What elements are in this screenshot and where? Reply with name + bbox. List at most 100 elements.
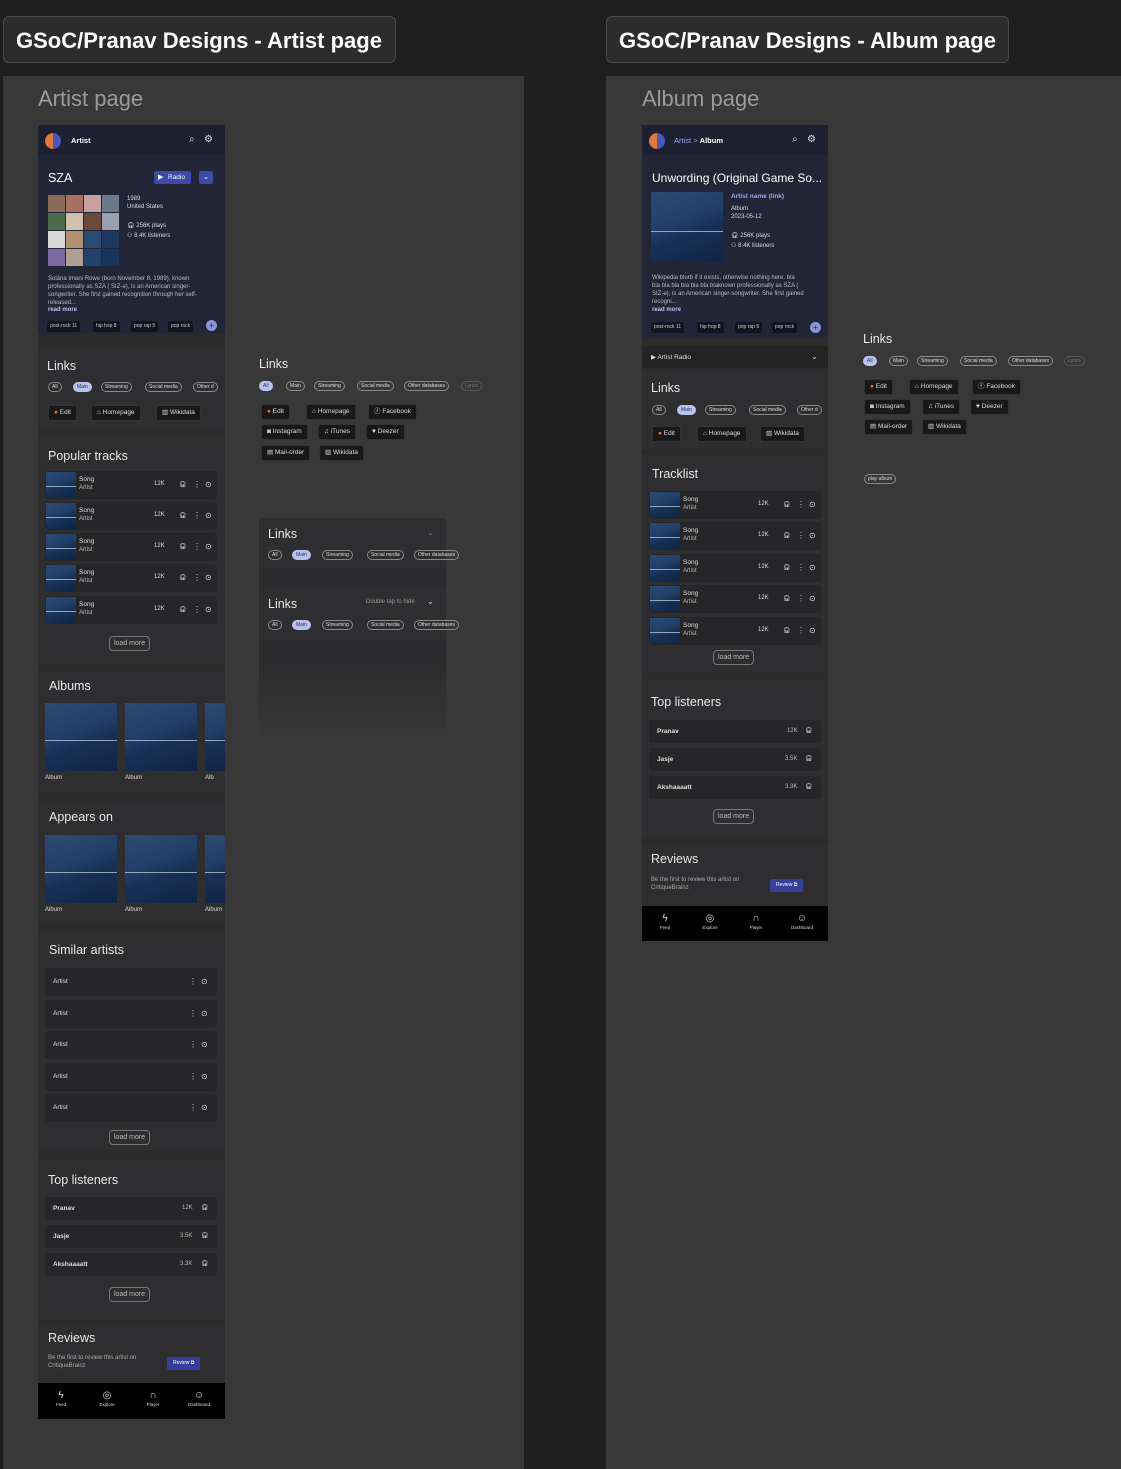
wikidata-link-button[interactable]: ▥ Wikidata <box>319 445 364 461</box>
review-button[interactable]: Review ⧉ <box>167 1357 201 1370</box>
tag-chip[interactable]: pop rock <box>772 322 798 333</box>
more-icon[interactable]: ⋮ <box>189 977 197 986</box>
filter-streaming[interactable]: Streaming <box>917 356 948 366</box>
filter-other-databases[interactable]: Other databases <box>1008 356 1053 366</box>
listener-row[interactable]: Pranav 12K 🎧︎ <box>45 1197 217 1220</box>
gear-icon[interactable]: ⚙ <box>204 135 213 145</box>
filter-lyrics[interactable]: Lyrics <box>461 381 482 391</box>
filter-all[interactable]: All <box>652 405 666 415</box>
play-circle-icon[interactable]: ⊙ <box>205 542 212 551</box>
listener-row[interactable]: Pranav 12K 🎧︎ <box>649 720 821 743</box>
album-cover[interactable] <box>125 703 197 771</box>
track-row[interactable]: Song Artist 12K 🎧︎ ⋮ ⊙ <box>45 502 217 530</box>
album-cover[interactable] <box>45 703 117 771</box>
itunes-link-button[interactable]: ♫ iTunes <box>318 424 356 440</box>
track-row[interactable]: Song Artist 12K 🎧︎ ⋮ ⊙ <box>45 564 217 592</box>
tag-chip[interactable]: pop rap 5 <box>735 322 763 333</box>
play-circle-icon[interactable]: ⊙ <box>201 1103 208 1112</box>
play-circle-icon[interactable]: ⊙ <box>201 977 208 986</box>
app-logo-icon[interactable] <box>45 133 61 149</box>
play-circle-icon[interactable]: ⊙ <box>809 531 816 540</box>
itunes-link-button[interactable]: ♫ iTunes <box>922 399 960 415</box>
listener-row[interactable]: Jasje 3.5K 🎧︎ <box>45 1225 217 1248</box>
filter-streaming[interactable]: Streaming <box>322 620 353 630</box>
nav-dashboard[interactable]: ☺ Dashboard <box>787 913 817 930</box>
facebook-link-button[interactable]: ⓕ Facebook <box>972 379 1021 395</box>
read-more-link[interactable]: read more <box>652 307 681 313</box>
play-album-button[interactable]: play album <box>864 474 897 484</box>
similar-artist-row[interactable]: Artist ⋮ ⊙ <box>45 1063 217 1091</box>
more-icon[interactable]: ⋮ <box>193 480 201 489</box>
load-more-button[interactable]: load more <box>109 1287 151 1302</box>
play-circle-icon[interactable]: ⊙ <box>201 1040 208 1049</box>
play-circle-icon[interactable]: ⊙ <box>205 511 212 520</box>
filter-all[interactable]: All <box>268 550 282 560</box>
homepage-link-button[interactable]: ⌂ Homepage <box>909 379 959 395</box>
listener-row[interactable]: Jasje 3.5K 🎧︎ <box>649 748 821 771</box>
load-more-button[interactable]: load more <box>713 650 755 665</box>
more-icon[interactable]: ⋮ <box>193 605 201 614</box>
more-icon[interactable]: ⋮ <box>189 1072 197 1081</box>
play-circle-icon[interactable]: ⊙ <box>205 480 212 489</box>
filter-other[interactable]: Other d <box>193 382 218 392</box>
tag-chip[interactable]: pop rock <box>168 321 194 332</box>
wikidata-link-button[interactable]: ▥ Wikidata <box>760 426 805 442</box>
similar-artist-row[interactable]: Artist ⋮ ⊙ <box>45 1031 217 1059</box>
artist-page-tab[interactable]: GSoC/Pranav Designs - Artist page <box>3 16 396 63</box>
load-more-button[interactable]: load more <box>109 636 151 651</box>
more-icon[interactable]: ⋮ <box>189 1009 197 1018</box>
wikidata-link-button[interactable]: ▥ Wikidata <box>156 405 201 421</box>
chevron-down-icon[interactable]: ⌄ <box>427 528 434 537</box>
filter-main[interactable]: Main <box>73 382 92 392</box>
artist-radio-row[interactable]: ▶ Artist Radio ⌄ <box>642 346 828 368</box>
review-button[interactable]: Review ⧉ <box>770 879 804 892</box>
play-circle-icon[interactable]: ⊙ <box>809 594 816 603</box>
play-circle-icon[interactable]: ⊙ <box>205 605 212 614</box>
nav-player[interactable]: ∩ Player <box>741 913 771 930</box>
filter-streaming[interactable]: Streaming <box>322 550 353 560</box>
deezer-link-button[interactable]: ♥ Deezer <box>366 424 405 440</box>
more-icon[interactable]: ⋮ <box>797 500 805 509</box>
album-cover[interactable] <box>205 703 225 771</box>
filter-lyrics[interactable]: Lyrics <box>1064 356 1085 366</box>
deezer-link-button[interactable]: ♥ Deezer <box>970 399 1009 415</box>
read-more-link[interactable]: read more <box>48 307 77 313</box>
add-tag-icon[interactable]: + <box>206 320 217 331</box>
play-circle-icon[interactable]: ⊙ <box>809 626 816 635</box>
more-icon[interactable]: ⋮ <box>797 626 805 635</box>
play-circle-icon[interactable]: ⊙ <box>809 563 816 572</box>
more-icon[interactable]: ⋮ <box>797 531 805 540</box>
album-cover[interactable] <box>45 835 117 903</box>
edit-link-button[interactable]: ● Edit <box>261 404 290 420</box>
filter-other[interactable]: Other d <box>797 405 822 415</box>
filter-streaming[interactable]: Streaming <box>705 405 736 415</box>
gear-icon[interactable]: ⚙ <box>807 135 816 145</box>
album-cover[interactable] <box>205 835 225 903</box>
edit-link-button[interactable]: ● Edit <box>864 379 893 395</box>
similar-artist-row[interactable]: Artist ⋮ ⊙ <box>45 1000 217 1028</box>
filter-social-media[interactable]: Social media <box>145 382 182 392</box>
search-icon[interactable]: ⌕ <box>189 135 195 145</box>
track-row[interactable]: Song Artist 12K 🎧︎ ⋮ ⊙ <box>649 554 821 582</box>
filter-main[interactable]: Main <box>292 550 311 560</box>
nav-feed[interactable]: ϟ Feed <box>46 1390 76 1407</box>
tag-chip[interactable]: hip hop 8 <box>697 322 724 333</box>
search-icon[interactable]: ⌕ <box>792 135 798 145</box>
mail-order-link-button[interactable]: ▤ Mail-order <box>261 445 311 461</box>
nav-dashboard[interactable]: ☺ Dashboard <box>184 1390 214 1407</box>
artist-name-link[interactable]: Artist name (link) <box>731 193 784 200</box>
filter-main[interactable]: Main <box>677 405 696 415</box>
edit-link-button[interactable]: ● Edit <box>652 426 681 442</box>
app-logo-icon[interactable] <box>649 133 665 149</box>
album-page-tab[interactable]: GSoC/Pranav Designs - Album page <box>606 16 1009 63</box>
filter-social-media[interactable]: Social media <box>367 620 404 630</box>
listener-row[interactable]: Akshaaaatt 3.3K 🎧︎ <box>45 1253 217 1276</box>
nav-feed[interactable]: ϟ Feed <box>650 913 680 930</box>
play-circle-icon[interactable]: ⊙ <box>201 1009 208 1018</box>
filter-main[interactable]: Main <box>292 620 311 630</box>
mail-order-link-button[interactable]: ▤ Mail-order <box>864 419 914 435</box>
nav-player[interactable]: ∩ Player <box>138 1390 168 1407</box>
tag-chip[interactable]: hip hop 8 <box>93 321 120 332</box>
filter-all[interactable]: All <box>268 620 282 630</box>
load-more-button[interactable]: load more <box>713 809 755 824</box>
